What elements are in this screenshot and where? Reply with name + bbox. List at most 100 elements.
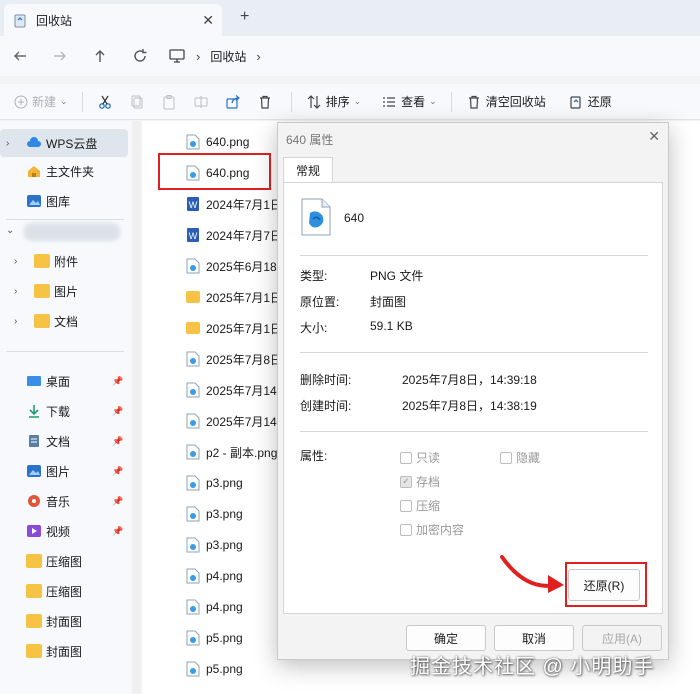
breadcrumb-recycle-bin[interactable]: 回收站 [210,48,246,65]
folder-icon [34,314,50,328]
file-row[interactable]: p2 - 副本.png [186,437,286,467]
encrypt-checkbox[interactable]: 加密内容 [400,521,464,538]
origin-label: 原位置: [300,295,340,309]
file-row[interactable]: W 2024年7月7日 [186,220,286,250]
tab-general[interactable]: 常规 [283,157,333,183]
back-button[interactable] [0,40,40,72]
pin-icon[interactable]: 📌 [112,526,123,537]
sidebar-item-gallery[interactable]: 图库 [0,187,128,215]
sidebar-item-documents[interactable]: 文档 📌 [0,427,128,455]
chevron-right-icon[interactable]: › [14,316,17,327]
close-tab-icon[interactable]: ✕ [202,12,214,29]
sidebar-item-cover-1[interactable]: 封面图 [0,607,128,635]
sidebar-item-attachments[interactable]: › 附件 [0,247,128,275]
breadcrumb-separator[interactable]: › [256,49,260,64]
pin-icon[interactable]: 📌 [112,406,123,417]
ok-button[interactable]: 确定 [406,625,486,651]
file-row[interactable]: p5.png [186,623,286,653]
file-row[interactable]: p4.png [186,592,286,622]
plus-circle-icon [14,95,28,108]
refresh-button[interactable] [120,40,160,72]
cancel-button[interactable]: 取消 [494,625,574,651]
gallery-icon [27,195,41,207]
rename-button[interactable] [187,88,219,116]
file-row[interactable]: p3.png [186,499,286,529]
encrypt-label: 加密内容 [416,523,465,537]
chevron-right-icon[interactable]: › [14,286,17,297]
tab-recycle-bin[interactable]: 回收站 ✕ [4,4,222,36]
view-button[interactable]: 查看 ⌄ [375,88,443,116]
forward-button[interactable] [40,40,80,72]
checkbox-box [400,499,412,512]
image-file-icon [186,630,200,646]
file-row[interactable]: 2025年7月1日 [186,313,286,343]
paste-button[interactable] [155,88,187,116]
dialog-close-icon[interactable]: ✕ [648,128,660,145]
pin-icon[interactable]: 📌 [112,496,123,507]
command-bar: 新建 ⌄ 排序 ⌄ 查看 ⌄ 清空回收站 还原 [0,84,700,120]
arrow-up-icon [95,50,105,62]
empty-recycle-bin-button[interactable]: 清空回收站 [460,88,552,116]
new-tab-button[interactable]: + [240,8,249,26]
file-row[interactable]: p4.png [186,561,286,591]
new-button[interactable]: 新建 ⌄ [8,88,74,116]
sidebar-item-music[interactable]: 音乐 📌 [0,487,128,515]
file-row[interactable]: 2025年7月14日 [186,406,286,436]
restore-all-button[interactable]: 还原 [562,88,618,116]
file-row[interactable]: p3.png [186,530,286,560]
sort-button[interactable]: 排序 ⌄ [300,88,368,116]
pin-icon[interactable]: 📌 [112,376,123,387]
png-file-icon [301,198,331,236]
sidebar-item-home[interactable]: 主文件夹 [0,157,128,185]
folder-icon [186,291,200,303]
sidebar-item-compressed-1[interactable]: 压缩图 [0,547,128,575]
blurred-account-name [24,223,120,241]
file-row[interactable]: 2025年7月14日 [186,375,286,405]
new-label: 新建 [32,95,57,109]
sidebar-item-downloads[interactable]: 下载 📌 [0,397,128,425]
compress-checkbox[interactable]: 压缩 [400,497,440,514]
delete-button[interactable] [251,88,283,116]
breadcrumb-separator[interactable]: › [196,49,200,64]
sidebar-item-pictures-folder[interactable]: › 图片 [0,277,128,305]
type-label: 类型: [300,269,328,283]
sidebar-item-desktop[interactable]: 桌面 📌 [0,367,128,395]
file-row[interactable]: 2025年7月8日 [186,344,286,374]
checkbox-box [500,451,512,464]
hidden-checkbox[interactable]: 隐藏 [500,449,540,466]
file-name: p5.png [206,662,243,676]
apply-button[interactable]: 应用(A) [582,625,662,651]
share-button[interactable] [219,88,251,116]
restore-icon [570,95,581,109]
sidebar-item-videos[interactable]: 视频 📌 [0,517,128,545]
sidebar-item-label: 文档 [54,314,79,329]
svg-text:W: W [189,200,198,210]
file-row[interactable]: 2025年6月18日 [186,251,286,281]
file-row[interactable]: 2025年7月1日 [186,282,286,312]
sidebar-scrollbar[interactable] [132,121,140,694]
file-row[interactable]: p5.png [186,654,286,684]
sidebar-item-label: 压缩图 [46,584,83,599]
sidebar-item-documents-folder[interactable]: › 文档 [0,307,128,335]
readonly-checkbox[interactable]: 只读 [400,449,440,466]
chevron-right-icon[interactable]: › [14,256,17,267]
chevron-right-icon[interactable]: › [6,138,9,149]
checkbox-box [400,451,412,464]
file-name: 2024年7月7日 [206,228,283,243]
sidebar-item-wps-cloud[interactable]: › WPS云盘 [0,129,128,157]
sidebar-item-pictures[interactable]: 图片 📌 [0,457,128,485]
sidebar-item-cover-2[interactable]: 封面图 [0,637,128,665]
pin-icon[interactable]: 📌 [112,436,123,447]
up-button[interactable] [80,40,120,72]
chevron-down-icon[interactable]: ⌄ [6,225,14,236]
compress-label: 压缩 [416,499,441,513]
monitor-icon[interactable] [168,48,186,64]
pin-icon[interactable]: 📌 [112,466,123,477]
file-row[interactable]: W 2024年7月1日 [186,189,286,219]
copy-button[interactable] [123,88,155,116]
archive-checkbox[interactable]: ✓ 存档 [400,473,440,490]
sidebar-item-compressed-2[interactable]: 压缩图 [0,577,128,605]
cut-button[interactable] [91,88,123,116]
tab-bar: 回收站 ✕ + [0,0,700,36]
file-row[interactable]: p3.png [186,468,286,498]
